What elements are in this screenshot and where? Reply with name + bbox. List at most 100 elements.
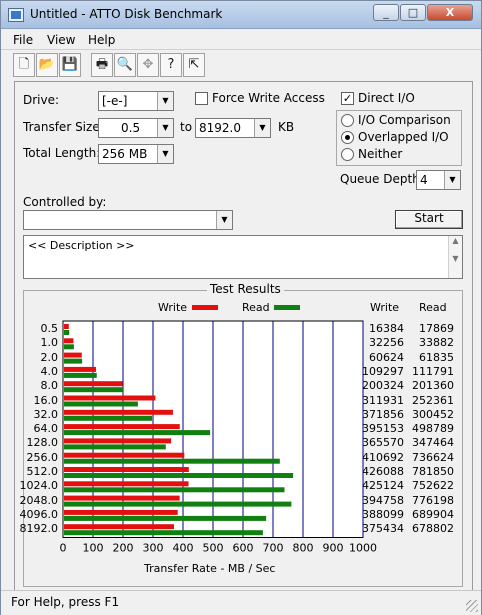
io-comparison-radio[interactable] <box>341 114 354 127</box>
force-write-label: Force Write Access <box>212 91 325 105</box>
write-value: 16384 <box>369 322 404 335</box>
read-bar <box>64 473 294 478</box>
read-value: 61835 <box>419 350 454 364</box>
write-value: 410692 <box>362 450 404 464</box>
read-bar <box>64 330 70 335</box>
chevron-down-icon: ▼ <box>157 119 173 137</box>
read-value: 736624 <box>412 450 454 464</box>
write-value: 388099 <box>362 507 404 521</box>
close-button[interactable]: X <box>427 4 473 21</box>
queue-depth-value: 4 <box>420 173 428 187</box>
x-tick-label: 100 <box>83 542 104 555</box>
to-label: to <box>180 120 193 134</box>
minimize-button[interactable]: _ <box>373 4 399 21</box>
write-value: 365570 <box>362 436 404 450</box>
transfer-size-to-value: 8192.0 <box>199 121 241 135</box>
x-tick-label: 700 <box>263 542 284 555</box>
chevron-down-icon: ▼ <box>216 211 232 229</box>
read-value: 17869 <box>419 322 454 335</box>
write-bar <box>64 338 74 344</box>
menu-file[interactable]: File <box>13 33 33 47</box>
title-bar[interactable]: Untitled - ATTO Disk Benchmark _ □ X <box>1 1 481 29</box>
write-value: 311931 <box>362 393 404 407</box>
new-document-icon[interactable]: 🗋 <box>13 53 35 77</box>
app-icon <box>8 8 24 22</box>
read-value: 33882 <box>419 336 454 350</box>
direct-io-label: Direct I/O <box>358 91 415 105</box>
controlled-by-label: Controlled by: <box>23 195 107 209</box>
controlled-by-select[interactable]: ▼ <box>23 210 233 230</box>
write-bar <box>64 352 82 358</box>
read-value: 776198 <box>412 493 454 507</box>
write-bar <box>64 381 123 387</box>
read-bar <box>64 387 123 393</box>
overlapped-io-radio[interactable] <box>341 131 354 144</box>
x-tick-label: 800 <box>293 542 314 555</box>
transfer-size-to-select[interactable]: 8192.0 ▼ <box>195 118 271 138</box>
read-value: 678802 <box>412 522 454 536</box>
status-text: For Help, press F1 <box>11 595 120 609</box>
write-bar <box>64 324 69 329</box>
read-bar <box>64 430 211 436</box>
maximize-button[interactable]: □ <box>400 4 426 21</box>
read-value: 347464 <box>412 436 454 450</box>
drive-label: Drive: <box>23 93 60 107</box>
description-scrollbar[interactable]: ▲ ▼ <box>448 236 462 278</box>
read-value: 252361 <box>412 393 454 407</box>
write-value: 109297 <box>362 364 404 378</box>
x-tick-label: 500 <box>203 542 224 555</box>
x-tick-label: 900 <box>323 542 344 555</box>
write-bar <box>64 409 173 415</box>
write-bar <box>64 366 97 372</box>
start-button-label: Start <box>414 211 444 225</box>
neither-label: Neither <box>358 147 403 161</box>
description-text: << Description >> <box>28 239 135 252</box>
read-bar <box>64 401 138 407</box>
menu-bar: File View Help <box>1 30 481 50</box>
queue-depth-select[interactable]: 4 ▼ <box>416 170 461 190</box>
print-preview-icon[interactable]: 🔍 <box>114 53 136 77</box>
chevron-down-icon: ▼ <box>254 119 270 137</box>
write-value: 395153 <box>362 422 404 436</box>
kb-label: KB <box>278 120 295 134</box>
test-results-group: Test Results Write Read Write Read 0.5 1.… <box>20 282 463 587</box>
transfer-size-from-value: 0.5 <box>121 121 141 135</box>
menu-view[interactable]: View <box>47 33 75 47</box>
drive-select[interactable]: [-e-] ▼ <box>98 91 174 111</box>
transfer-size-from-select[interactable]: 0.5 ▼ <box>98 118 174 138</box>
menu-help[interactable]: Help <box>88 33 115 47</box>
direct-io-checkbox[interactable]: ✓ <box>341 92 354 105</box>
read-bar <box>64 344 74 350</box>
window-title: Untitled - ATTO Disk Benchmark <box>30 7 223 21</box>
neither-radio[interactable] <box>341 148 354 161</box>
chevron-down-icon: ▼ <box>157 145 173 163</box>
print-icon[interactable]: 🖶 <box>91 53 113 77</box>
x-tick-label: 0 <box>60 542 67 555</box>
write-bar <box>64 395 156 401</box>
read-value: 300452 <box>412 407 454 421</box>
x-tick-label: 300 <box>143 542 164 555</box>
x-tick-label: 200 <box>113 542 134 555</box>
read-value: 201360 <box>412 379 454 393</box>
read-bar <box>64 530 263 536</box>
context-help-icon[interactable]: ⇱ <box>183 53 205 77</box>
write-bar <box>64 452 185 458</box>
open-folder-icon[interactable]: 📂 <box>36 53 58 77</box>
write-value: 371856 <box>362 407 404 421</box>
read-value: 781850 <box>412 465 454 478</box>
read-bar <box>64 444 166 450</box>
resize-grip-icon[interactable] <box>466 600 478 612</box>
start-button[interactable]: Start <box>395 210 463 229</box>
total-length-select[interactable]: 256 MB ▼ <box>98 144 174 164</box>
write-bar <box>64 467 189 472</box>
save-icon[interactable]: 💾 <box>59 53 81 77</box>
read-value: 498789 <box>412 422 454 436</box>
help-icon[interactable]: ? <box>160 53 182 77</box>
move-icon[interactable]: ✥ <box>137 53 159 77</box>
write-value: 394758 <box>362 493 404 507</box>
write-value: 60624 <box>369 350 404 364</box>
write-value: 425124 <box>362 479 404 493</box>
description-textarea[interactable]: << Description >> ▲ ▼ <box>23 235 463 279</box>
force-write-checkbox[interactable] <box>195 92 208 105</box>
write-bar <box>64 481 189 487</box>
